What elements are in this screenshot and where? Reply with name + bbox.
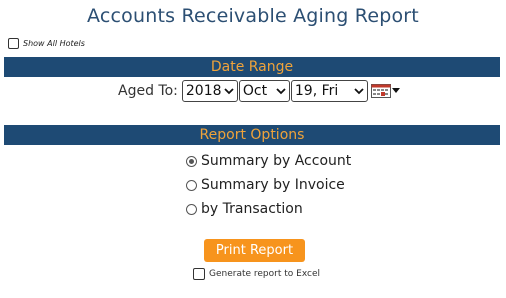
month-value: Oct [242, 83, 268, 99]
option-label: Summary by Invoice [201, 177, 345, 193]
year-select[interactable]: 2018 [181, 80, 238, 102]
aged-to-label: Aged To: [118, 83, 178, 99]
show-all-hotels[interactable]: Show All Hotels [8, 36, 85, 50]
radio-summary-by-invoice[interactable] [186, 179, 197, 191]
month-select[interactable]: Oct [238, 80, 290, 102]
day-select[interactable]: 19, Fri [290, 80, 368, 102]
radio-summary-by-account[interactable] [186, 155, 197, 167]
calendar-icon[interactable] [370, 84, 391, 98]
option-label: Summary by Account [201, 153, 352, 169]
print-report-button[interactable]: Print Report [204, 239, 305, 262]
chevron-down-icon [224, 88, 234, 95]
day-value: 19, Fri [294, 83, 339, 99]
calendar-dropdown-icon[interactable] [391, 88, 400, 94]
year-value: 2018 [185, 83, 222, 99]
option-by-transaction[interactable]: by Transaction [186, 197, 351, 221]
show-all-hotels-checkbox[interactable] [8, 37, 19, 49]
generate-excel-checkbox[interactable] [193, 268, 205, 280]
report-options-group: Summary by Account Summary by Invoice by… [186, 149, 351, 221]
page-title: Accounts Receivable Aging Report [87, 5, 419, 27]
show-all-hotels-label: Show All Hotels [23, 38, 85, 48]
chevron-down-icon [354, 88, 364, 95]
report-options-header: Report Options [4, 125, 500, 145]
aged-to-row: Aged To: 2018 Oct 19, Fri [118, 80, 400, 102]
radio-by-transaction[interactable] [186, 203, 197, 215]
option-summary-by-invoice[interactable]: Summary by Invoice [186, 173, 351, 197]
option-summary-by-account[interactable]: Summary by Account [186, 149, 351, 173]
date-range-header: Date Range [4, 57, 500, 77]
chevron-down-icon [276, 88, 286, 95]
generate-excel-label: Generate report to Excel [209, 269, 320, 279]
generate-excel[interactable]: Generate report to Excel [193, 267, 320, 281]
option-label: by Transaction [201, 201, 303, 217]
